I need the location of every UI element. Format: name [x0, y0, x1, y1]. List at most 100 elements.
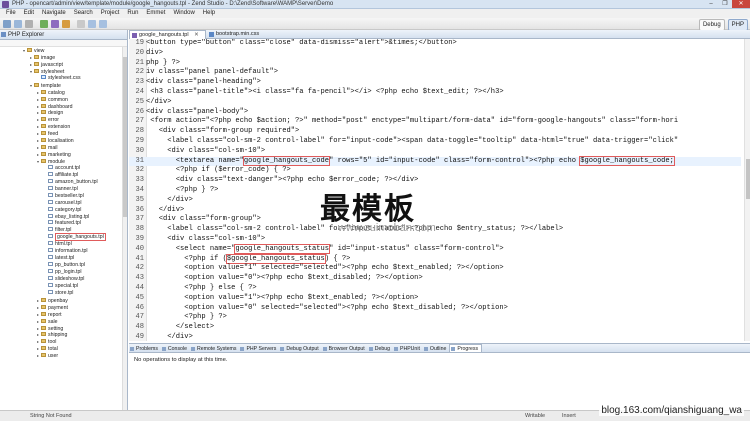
forward-icon[interactable] [99, 20, 107, 28]
tree-item[interactable]: ▸ image [0, 54, 127, 61]
code-line[interactable]: 43 <option value="0"><?php echo $text_di… [129, 274, 741, 284]
tree-item[interactable]: ▸ error [0, 116, 127, 123]
menu-emmet[interactable]: Emmet [142, 9, 169, 18]
new-file-icon[interactable] [3, 20, 11, 28]
tree-item[interactable]: banner.tpl [0, 185, 127, 193]
tree-item[interactable]: ▸ javascript [0, 61, 127, 68]
tree-item[interactable]: ▸ design [0, 109, 127, 116]
code-line[interactable]: 19 <button type="button" class="close" da… [129, 39, 741, 49]
editor-scrollbar[interactable] [744, 39, 750, 341]
tree-item[interactable]: ▸ marketing [0, 151, 127, 158]
bottom-tab-progress[interactable]: Progress [449, 344, 483, 352]
menu-help[interactable]: Help [199, 9, 219, 18]
tree-item[interactable]: ▸ shipping [0, 331, 127, 338]
tree-item[interactable]: stylesheet.css [0, 74, 127, 82]
code-line[interactable]: 20 div> [129, 49, 741, 59]
tree-item[interactable]: ▾ view [0, 47, 127, 54]
tree-item[interactable]: ▸ payment [0, 304, 127, 311]
code-line[interactable]: 35 </div> [129, 196, 741, 206]
tree-item[interactable]: ▸ feed [0, 130, 127, 137]
code-line[interactable]: 40 <select name="google_hangouts_status"… [129, 243, 741, 255]
code-line[interactable]: 31 <textarea name="google_hangouts_code"… [129, 155, 741, 167]
tree-item[interactable]: ▸ catalog [0, 89, 127, 96]
code-line[interactable]: 46 <option value="0" selected="selected"… [129, 304, 741, 314]
code-line[interactable]: 29 <label class="col-sm-2 control-label"… [129, 137, 741, 147]
tree-item[interactable]: ▸ setting [0, 325, 127, 332]
code-line[interactable]: 24 <h3 class="panel-title"><i class="fa … [129, 88, 741, 98]
code-line[interactable]: 36 </div> [129, 206, 741, 216]
menu-navigate[interactable]: Navigate [38, 9, 70, 18]
bottom-tab-problems[interactable]: Problems [129, 345, 161, 352]
debug-icon[interactable] [51, 20, 59, 28]
bottom-tab-browser-output[interactable]: Browser Output [322, 345, 368, 352]
explorer-scroll-thumb[interactable] [123, 57, 127, 217]
tree-item[interactable]: affiliate.tpl [0, 171, 127, 179]
close-button[interactable]: ✕ [732, 0, 750, 8]
code-line[interactable]: 21 php } ?> [129, 59, 741, 69]
code-line[interactable]: 44 <?php } else { ?> [129, 284, 741, 294]
minimize-button[interactable]: – [704, 0, 718, 8]
tree-item[interactable]: featured.tpl [0, 220, 127, 227]
code-line[interactable]: 32 <?php if ($error_code) { ?> [129, 166, 741, 176]
tree-item[interactable]: pp_login.tpl [0, 269, 127, 276]
maximize-button[interactable]: ❐ [718, 0, 732, 8]
tab-bootstrap-css[interactable]: bootstrap.min.css [207, 30, 265, 39]
menu-run[interactable]: Run [123, 9, 142, 18]
code-line[interactable]: 22 iv class="panel panel-default"> [129, 68, 741, 78]
code-line[interactable]: 39 <div class="col-sm-10"> [129, 235, 741, 245]
tree-item[interactable]: category.tpl [0, 206, 127, 214]
tree-item[interactable]: ebay_listing.tpl [0, 213, 127, 221]
bottom-tab-remote-systems[interactable]: Remote Systems [190, 345, 240, 352]
tree-item[interactable]: ▸ extension [0, 123, 127, 130]
bottom-tab-console[interactable]: Console [161, 345, 190, 352]
run-icon[interactable] [40, 20, 48, 28]
tree-item[interactable]: amazon_button.tpl [0, 178, 127, 186]
menu-project[interactable]: Project [97, 9, 124, 18]
tree-item[interactable]: pp_button.tpl [0, 262, 127, 269]
tab-google-hangouts[interactable]: google_hangouts.tpl ✕ [129, 30, 206, 39]
tree-item[interactable]: bestseller.tpl [0, 192, 127, 200]
menu-edit[interactable]: Edit [20, 9, 38, 18]
save-icon[interactable] [14, 20, 22, 28]
back-icon[interactable] [88, 20, 96, 28]
tree-item[interactable]: ▸ user [0, 352, 127, 359]
code-line[interactable]: 45 <option value="1"><?php echo $text_en… [129, 294, 741, 304]
code-line[interactable]: 47 <?php } ?> [129, 313, 741, 323]
tree-item[interactable]: store.tpl [0, 289, 127, 297]
tree-item[interactable]: ▸ openbay [0, 297, 127, 304]
bottom-tab-outline[interactable]: Outline [423, 345, 449, 352]
tree-item[interactable]: slideshow.tpl [0, 275, 127, 283]
tree-item[interactable]: ▸ sale [0, 318, 127, 325]
tree-item[interactable]: information.tpl [0, 248, 127, 255]
code-line[interactable]: 48 </select> [129, 323, 741, 333]
tree-item[interactable]: ▸ report [0, 311, 127, 318]
bottom-tab-debug[interactable]: Debug [368, 345, 393, 352]
code-line[interactable]: 23 <div class="panel-heading"> [129, 78, 741, 88]
code-line[interactable]: 28 <div class="form-group required"> [129, 127, 741, 137]
search-icon[interactable] [77, 20, 85, 28]
tree-item[interactable]: account.tpl [0, 164, 127, 172]
tree-item[interactable]: ▾ template [0, 82, 127, 89]
print-icon[interactable] [25, 20, 33, 28]
menu-file[interactable]: File [2, 9, 20, 18]
code-line[interactable]: 25 </div> [129, 98, 741, 108]
bottom-tab-phpunit[interactable]: PHPUnit [393, 345, 423, 352]
tree-item[interactable]: html.tpl [0, 241, 127, 248]
code-line[interactable]: 33 <div class="text-danger"><?php echo $… [129, 176, 741, 186]
code-line[interactable]: 30 <div class="col-sm-10"> [129, 147, 741, 157]
code-line[interactable]: 41 <?php if ($google_hangouts_status) { … [129, 253, 741, 265]
tree-item[interactable]: special.tpl [0, 282, 127, 290]
code-line[interactable]: 27 <form action="<?php echo $action; ?>"… [129, 117, 741, 127]
tree-item[interactable]: ▸ tool [0, 338, 127, 345]
menu-search[interactable]: Search [70, 9, 97, 18]
code-line[interactable]: 26 <div class="panel-body"> [129, 108, 741, 118]
tree-item[interactable]: ▸ total [0, 345, 127, 352]
tree-item[interactable]: ▾ stylesheet [0, 68, 127, 75]
tree-item[interactable]: ▾ module [0, 158, 127, 165]
tree-item[interactable]: ▸ localisation [0, 137, 127, 144]
build-icon[interactable] [62, 20, 70, 28]
close-tab-icon[interactable]: ✕ [194, 32, 199, 38]
code-editor[interactable]: 19 <button type="button" class="close" da… [129, 39, 750, 341]
code-line[interactable]: 49 </div> [129, 333, 741, 341]
tree-item[interactable]: ▸ common [0, 96, 127, 103]
